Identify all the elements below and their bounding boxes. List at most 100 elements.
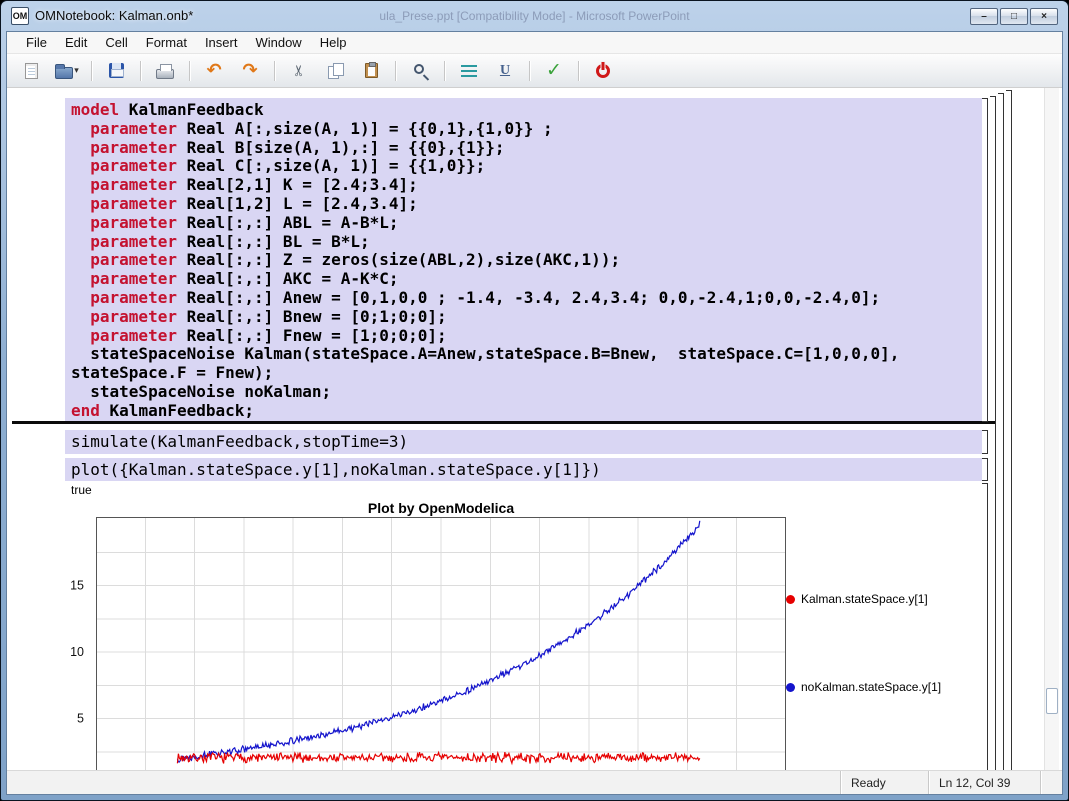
notebook-area: model KalmanFeedback parameter Real A[:,… [7,88,1062,770]
series-line [177,752,699,763]
group-bracket-middle[interactable] [998,93,1004,770]
plot-title: Plot by OpenModelica [96,500,786,516]
undo-button[interactable]: ↶ [198,58,230,84]
plot-command-cell[interactable]: plot({Kalman.stateSpace.y[1],noKalman.st… [65,458,982,481]
toolbar-separator [391,59,400,83]
svg-text:10: 10 [70,645,84,659]
legend-item: noKalman.stateSpace.y[1] [786,680,941,694]
cell-cursor[interactable] [12,421,995,424]
model-cell[interactable]: model KalmanFeedback parameter Real A[:,… [65,98,982,422]
background-window-title: ula_Prese.ppt [Compatibility Mode] - Mic… [181,9,888,23]
dropdown-arrow-icon[interactable]: ▾ [74,65,79,76]
underline-icon: U [500,64,510,78]
cell-bracket-plot[interactable] [982,458,988,481]
code-line: parameter Real[1,2] L = [2.4,3.4]; [71,195,982,214]
plot-legend: Kalman.stateSpace.y[1] noKalman.stateSpac… [786,592,941,694]
new-document-button[interactable] [15,58,47,84]
redo-icon: ↷ [242,62,257,80]
open-icon [55,67,73,79]
toolbar-separator [87,59,96,83]
toolbar-separator [270,59,279,83]
titlebar[interactable]: OM OMNotebook: Kalman.onb* ula_Prese.ppt… [1,1,1068,31]
maximize-button[interactable]: □ [1000,8,1028,25]
cell-bracket-simulate[interactable] [982,430,988,454]
code-line: end KalmanFeedback; [71,402,982,421]
legend-dot-icon [786,595,795,604]
print-button[interactable] [149,58,181,84]
statusbar-resize-grip[interactable] [1040,771,1062,794]
toolbar-separator [185,59,194,83]
legend-label: noKalman.stateSpace.y[1] [801,680,941,694]
menu-cell[interactable]: Cell [96,33,136,52]
copy-button[interactable] [319,58,351,84]
code-line: stateSpaceNoise Kalman(stateSpace.A=Anew… [71,345,982,364]
code-line: model KalmanFeedback [71,101,982,120]
underline-button[interactable]: U [489,58,521,84]
app-icon: OM [11,7,29,25]
scrollbar-thumb[interactable] [1046,688,1058,714]
cell-bracket-model[interactable] [982,98,988,422]
format-text-button[interactable] [453,58,485,84]
cut-button[interactable]: ✂ [283,58,315,84]
menu-file[interactable]: File [17,33,56,52]
close-button[interactable]: × [1030,8,1058,25]
app-body: FileEditCellFormatInsertWindowHelp ▾ ↶ ↷ ✂ U… [6,31,1063,795]
open-document-button[interactable]: ▾ [51,58,83,84]
code-line: parameter Real[:,:] Anew = [0,1,0,0 ; -1… [71,289,982,308]
group-bracket-outer[interactable] [1006,90,1012,770]
cut-icon: ✂ [291,64,306,77]
toolbar-separator [525,59,534,83]
simulate-cell[interactable]: simulate(KalmanFeedback,stopTime=3) [65,430,982,454]
cursor-position-text: Ln 12, Col 39 [939,776,1010,790]
undo-icon: ↶ [206,62,221,80]
toolbar-separator [136,59,145,83]
omnotebook-window: OM OMNotebook: Kalman.onb* ula_Prese.ppt… [0,0,1069,801]
save-button[interactable] [100,58,132,84]
window-controls: – □ × [970,8,1058,25]
paste-button[interactable] [355,58,387,84]
plot-svg: 5 10 15 [50,517,786,770]
code-line: parameter Real[:,:] Bnew = [0;1;0;0]; [71,308,982,327]
menu-help[interactable]: Help [311,33,356,52]
cell-bracket-output[interactable] [982,483,988,770]
search-icon [414,64,424,74]
copy-icon [328,63,343,78]
code-line: parameter Real[:,:] ABL = A-B*L; [71,214,982,233]
group-bracket-inner[interactable] [990,96,996,770]
legend-item: Kalman.stateSpace.y[1] [786,592,941,606]
new-icon [25,63,38,79]
statusbar-cursor-position: Ln 12, Col 39 [928,771,1040,794]
menu-edit[interactable]: Edit [56,33,96,52]
statusbar-ready: Ready [840,771,928,794]
status-text: Ready [851,776,886,790]
menu-window[interactable]: Window [246,33,310,52]
paste-icon [365,63,378,78]
evaluate-button[interactable]: ✓ [538,58,570,84]
svg-text:5: 5 [77,712,84,726]
menu-insert[interactable]: Insert [196,33,247,52]
output-cell: true [71,483,92,497]
redo-button[interactable]: ↷ [234,58,266,84]
legend-dot-icon [786,683,795,692]
power-icon [596,64,610,78]
code-line: stateSpace.F = Fnew); [71,364,982,383]
code-line: parameter Real[:,:] Z = zeros(size(ABL,2… [71,251,982,270]
stop-button[interactable] [587,58,619,84]
svg-text:15: 15 [70,579,84,593]
menu-format[interactable]: Format [137,33,196,52]
format-icon [461,65,477,77]
search-button[interactable] [404,58,436,84]
code-line: parameter Real[:,:] BL = B*L; [71,233,982,252]
vertical-scrollbar[interactable] [1044,88,1059,770]
legend-label: Kalman.stateSpace.y[1] [801,592,928,606]
statusbar: Ready Ln 12, Col 39 [7,770,1062,794]
code-line: parameter Real A[:,size(A, 1)] = {{0,1},… [71,120,982,139]
window-title: OMNotebook: Kalman.onb* [35,8,193,23]
code-line: stateSpaceNoise noKalman; [71,383,982,402]
minimize-button[interactable]: – [970,8,998,25]
series-line [177,521,699,762]
code-line: parameter Real[:,:] Fnew = [1;0;0;0]; [71,327,982,346]
check-icon: ✓ [546,61,562,80]
toolbar: ▾ ↶ ↷ ✂ U ✓ [7,54,1062,88]
plot-canvas: 5 10 15 [50,517,786,770]
